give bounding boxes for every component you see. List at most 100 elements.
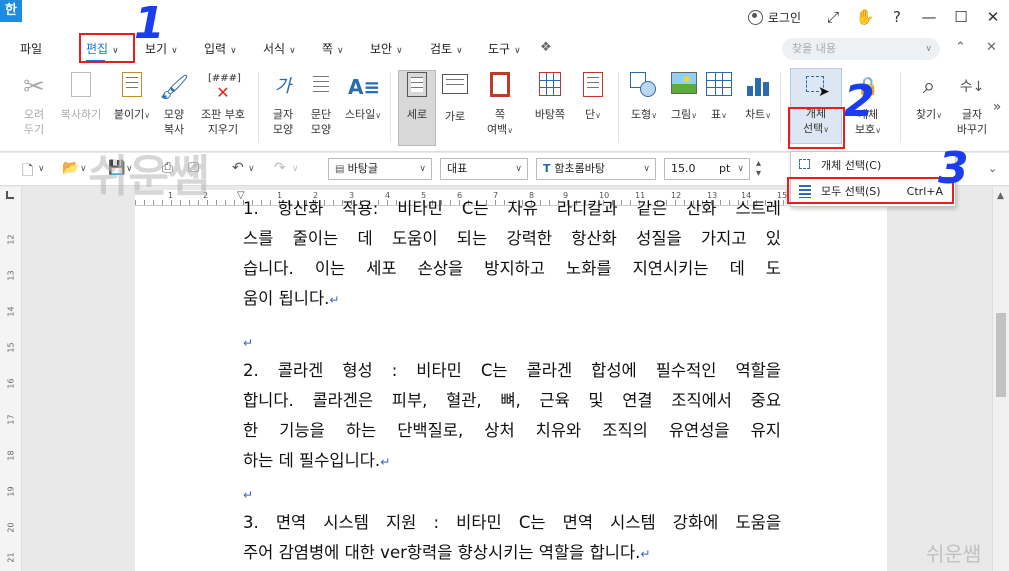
background-page-button[interactable]: 바탕쪽 bbox=[530, 70, 570, 122]
page-margin-button[interactable]: 쪽 여백∨ bbox=[480, 70, 520, 138]
menu-tools[interactable]: 도구 ∨ bbox=[488, 40, 521, 57]
annotation-number-2: 2 bbox=[844, 76, 875, 127]
table-icon bbox=[704, 72, 734, 102]
chevron-down-icon: ∨ bbox=[230, 46, 237, 56]
scissors-icon: ✂ bbox=[23, 72, 45, 102]
font-size-select[interactable]: 15.0 pt ∨ bbox=[664, 158, 750, 180]
format-brush-icon: 🖌 bbox=[159, 73, 190, 101]
empty-paragraph-mark: ↵ bbox=[243, 488, 254, 502]
para-shape-button[interactable]: 문단 모양 bbox=[304, 70, 338, 137]
picture-icon bbox=[669, 72, 699, 102]
fullscreen-icon[interactable]: ⤢ bbox=[817, 0, 849, 34]
highlight-box-select-all bbox=[787, 177, 954, 204]
highlight-box-object-select bbox=[788, 107, 845, 149]
landscape-button[interactable]: 가로 bbox=[438, 70, 472, 124]
columns-button[interactable]: 단∨ bbox=[578, 70, 608, 123]
chevron-down-icon: ∨ bbox=[337, 46, 344, 56]
columns-icon bbox=[578, 72, 608, 102]
highlight-box-edit bbox=[79, 33, 135, 63]
user-icon bbox=[747, 9, 763, 25]
object-select-icon bbox=[799, 159, 810, 169]
close-doc-icon[interactable]: ✕ bbox=[986, 40, 997, 55]
style-button[interactable]: A≡ 스타일∨ bbox=[342, 70, 384, 123]
collapse-ribbon-icon[interactable]: ⌃ bbox=[955, 40, 966, 55]
login-label: 로그인 bbox=[767, 10, 801, 25]
landscape-page-icon bbox=[440, 74, 470, 104]
menu-page[interactable]: 쪽 ∨ bbox=[322, 40, 344, 57]
menu-review[interactable]: 검토 ∨ bbox=[430, 40, 463, 57]
undo-icon[interactable]: ↶ bbox=[232, 160, 244, 176]
redo-icon[interactable]: ↷ bbox=[274, 160, 286, 176]
hand-icon[interactable]: ✋ bbox=[849, 0, 881, 34]
scroll-thumb[interactable] bbox=[996, 313, 1006, 397]
spin-arrows-icon[interactable]: ▴ ▾ bbox=[756, 159, 761, 179]
separator bbox=[390, 72, 391, 142]
minimize-button[interactable]: — bbox=[913, 0, 945, 34]
open-folder-icon[interactable]: 📂 bbox=[62, 160, 79, 176]
chevron-down-icon: ∨ bbox=[514, 46, 521, 56]
paragraph-2[interactable]: 2. 콜라겐 형성 : 비타민 C는 콜라겐 합성에 필수적인 역할을 합니다.… bbox=[243, 356, 781, 477]
close-button[interactable]: ✕ bbox=[977, 0, 1009, 34]
binoculars-icon: ⌕ bbox=[922, 74, 936, 99]
replace-icon: 수↓ bbox=[959, 79, 985, 95]
toolbar-expand-icon[interactable]: ⌄ bbox=[988, 162, 997, 175]
cut-button[interactable]: ✂ 오려 두기 bbox=[14, 70, 54, 137]
object-select-icon: ➤ bbox=[801, 71, 831, 101]
login-button[interactable]: 로그인 bbox=[747, 9, 801, 26]
vertical-ruler: 12 13 14 15 16 17 18 19 20 21 bbox=[0, 187, 22, 571]
portrait-page-icon bbox=[402, 72, 432, 102]
chart-button[interactable]: 차트∨ bbox=[740, 70, 776, 123]
chevron-down-icon: ∨ bbox=[289, 46, 296, 56]
menu-file[interactable]: 파일 bbox=[20, 40, 42, 57]
chevron-down-icon: ∨ bbox=[925, 44, 932, 54]
separator bbox=[618, 72, 619, 142]
chevron-down-icon[interactable]: ∨ bbox=[248, 164, 255, 174]
format-copy-button[interactable]: 🖌 모양 복사 bbox=[156, 70, 192, 137]
paragraph-1[interactable]: 1. 항산화 작용: 비타민 C는 자유 라디칼과 같은 산화 스트레 스를 줄… bbox=[243, 199, 781, 315]
separator bbox=[780, 72, 781, 142]
language-select[interactable]: 대표 ∨ bbox=[440, 158, 528, 180]
help-icon[interactable]: ? bbox=[881, 0, 913, 34]
empty-paragraph-mark: ↵ bbox=[243, 336, 254, 350]
watermark: 쉬운쌤 bbox=[88, 151, 210, 202]
find-button[interactable]: ⌕ 찾기∨ bbox=[910, 70, 948, 123]
chevron-down-icon: ∨ bbox=[171, 46, 178, 56]
ruler-corner-icon bbox=[6, 191, 14, 199]
char-shape-button[interactable]: 가 글자 모양 bbox=[266, 70, 300, 137]
ribbon-more-icon[interactable]: » bbox=[990, 100, 1004, 115]
erase-codes-icon: [###] ✕ bbox=[208, 73, 241, 102]
annotation-number-3: 3 bbox=[938, 143, 969, 194]
search-input[interactable]: 찾을 내용 ∨ bbox=[782, 38, 940, 60]
menu-format[interactable]: 서식 ∨ bbox=[263, 40, 296, 57]
chevron-down-icon[interactable]: ∨ bbox=[292, 164, 299, 174]
puzzle-icon[interactable]: ❖ bbox=[540, 40, 552, 55]
chevron-down-icon[interactable]: ∨ bbox=[80, 164, 87, 174]
paragraph-3[interactable]: 3. 면역 시스템 지원 : 비타민 C는 면역 시스템 강화에 도움을 주어 … bbox=[243, 508, 781, 569]
erase-codes-button[interactable]: [###] ✕ 조판 부호 지우기 bbox=[194, 70, 252, 137]
paste-button[interactable]: 붙이기∨ bbox=[112, 70, 152, 123]
picture-button[interactable]: 그림∨ bbox=[666, 70, 702, 123]
chevron-down-icon[interactable]: ∨ bbox=[38, 164, 45, 174]
table-button[interactable]: 표∨ bbox=[704, 70, 734, 123]
background-page-icon bbox=[535, 72, 565, 102]
portrait-button[interactable]: 세로 bbox=[400, 70, 434, 122]
copy-button[interactable]: 복사하기 bbox=[56, 70, 106, 122]
scroll-up-icon[interactable]: ▲ bbox=[997, 191, 1004, 201]
shape-icon bbox=[629, 72, 659, 102]
menu-item-object-select[interactable]: 개체 선택(C) bbox=[791, 154, 955, 178]
shape-button[interactable]: 도형∨ bbox=[626, 70, 662, 123]
chevron-down-icon: ∨ bbox=[396, 46, 403, 56]
menu-security[interactable]: 보안 ∨ bbox=[370, 40, 403, 57]
maximize-button[interactable]: ☐ bbox=[945, 0, 977, 34]
vertical-scrollbar[interactable]: ▲ bbox=[992, 187, 1009, 571]
copy-icon bbox=[66, 72, 96, 102]
menu-insert[interactable]: 입력 ∨ bbox=[204, 40, 237, 57]
replace-button[interactable]: 수↓ 글자 바꾸기 bbox=[954, 70, 990, 137]
app-icon[interactable]: 한 bbox=[0, 0, 22, 22]
font-select[interactable]: T 함초롬바탕 ∨ bbox=[536, 158, 656, 180]
style-select[interactable]: ▤ 바탕글 ∨ bbox=[328, 158, 432, 180]
document-page[interactable]: 1. 항산화 작용: 비타민 C는 자유 라디칼과 같은 산화 스트레 스를 줄… bbox=[135, 199, 887, 571]
chart-icon bbox=[743, 72, 773, 102]
new-doc-icon[interactable]: 🗋 bbox=[22, 160, 33, 184]
chevron-down-icon: ∨ bbox=[456, 46, 463, 56]
